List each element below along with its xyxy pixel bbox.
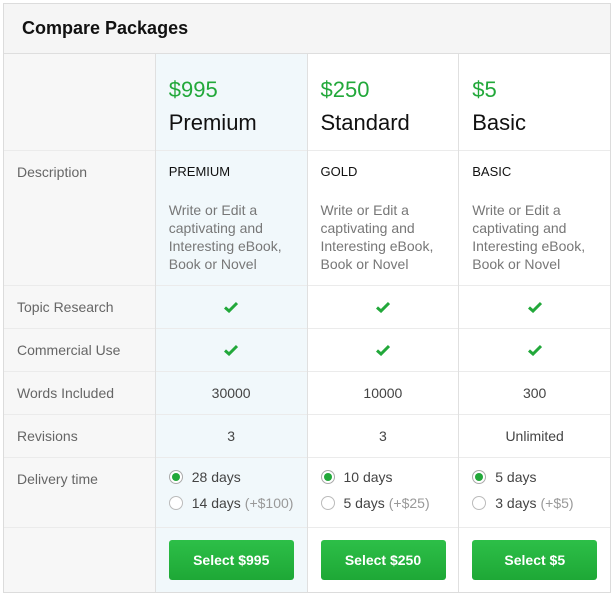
panel-header: Compare Packages xyxy=(4,4,610,54)
delivery-option-label: 10 days xyxy=(343,469,393,485)
description-cell: PREMIUM Write or Edit a captivating and … xyxy=(155,151,307,286)
radio-button[interactable] xyxy=(320,496,335,510)
button-cell: Select $250 xyxy=(308,528,459,592)
package-column-basic: $5 Basic BASIC Write or Edit a captivati… xyxy=(458,54,610,592)
comparison-grid: Description Topic Research Commercial Us… xyxy=(4,54,610,592)
package-name: Basic xyxy=(472,110,527,135)
package-price: $5 xyxy=(472,77,497,102)
revisions-value: 3 xyxy=(378,428,387,444)
package-description: Write or Edit a captivating and Interest… xyxy=(168,202,282,272)
radio-button[interactable] xyxy=(168,470,183,484)
radio-button[interactable] xyxy=(320,470,335,484)
delivery-option[interactable]: 5 days (+$25) xyxy=(320,495,430,511)
button-cell: Select $5 xyxy=(459,528,610,592)
description-cell: GOLD Write or Edit a captivating and Int… xyxy=(307,151,459,286)
words-included-cell: 10000 xyxy=(307,372,459,415)
delivery-option[interactable]: 28 days xyxy=(168,469,245,485)
delivery-option-label: 3 days xyxy=(495,495,537,511)
label-cell: Commercial Use xyxy=(4,329,155,372)
radio-button[interactable] xyxy=(168,496,183,510)
words-included-cell: 300 xyxy=(459,372,610,415)
label-cell: Topic Research xyxy=(4,286,155,329)
package-header: $250 Standard xyxy=(307,54,459,151)
label-cell: Description xyxy=(4,151,155,286)
delivery-time-label: Delivery time xyxy=(17,471,98,487)
delivery-option-label: 5 days xyxy=(343,495,385,511)
delivery-option-label: 14 days xyxy=(191,495,241,511)
revisions-value: 3 xyxy=(227,428,236,444)
check-icon xyxy=(527,344,542,356)
package-price: $250 xyxy=(320,77,370,102)
check-icon xyxy=(224,344,239,356)
commercial-use-cell xyxy=(155,329,307,372)
delivery-option-extra: (+$100) xyxy=(244,495,294,511)
topic-research-cell xyxy=(307,286,459,329)
label-cell: Words Included xyxy=(4,372,155,415)
panel-title: Compare Packages xyxy=(22,18,189,38)
check-icon xyxy=(375,344,390,356)
revisions-value: Unlimited xyxy=(505,428,564,444)
delivery-option[interactable]: 14 days (+$100) xyxy=(168,495,294,511)
delivery-option[interactable]: 5 days xyxy=(472,469,540,485)
words-value: 300 xyxy=(522,385,547,401)
label-cell: Revisions xyxy=(4,415,155,458)
check-icon xyxy=(224,301,239,313)
package-header: $5 Basic xyxy=(459,54,610,151)
words-included-cell: 30000 xyxy=(155,372,307,415)
commercial-use-cell xyxy=(459,329,610,372)
delivery-option-extra: (+$25) xyxy=(388,495,430,511)
package-description: Write or Edit a captivating and Interest… xyxy=(320,202,434,272)
revisions-cell: 3 xyxy=(307,415,459,458)
package-tier: BASIC xyxy=(472,164,512,179)
revisions-cell: 3 xyxy=(155,415,307,458)
topic-research-label: Topic Research xyxy=(17,299,114,315)
commercial-use-cell xyxy=(307,329,459,372)
delivery-option-label: 5 days xyxy=(495,469,537,485)
empty-button-cell xyxy=(4,528,155,592)
button-cell: Select $995 xyxy=(156,528,307,592)
check-icon xyxy=(527,301,542,313)
description-label: Description xyxy=(17,164,88,180)
empty-header-cell xyxy=(4,54,155,151)
package-description: Write or Edit a captivating and Interest… xyxy=(472,202,586,272)
select-package-button[interactable]: Select $250 xyxy=(320,540,446,580)
package-name: Premium xyxy=(168,110,257,135)
description-cell: BASIC Write or Edit a captivating and In… xyxy=(459,151,610,286)
topic-research-cell xyxy=(459,286,610,329)
package-tier: PREMIUM xyxy=(168,164,231,179)
package-header: $995 Premium xyxy=(155,54,307,151)
package-name: Standard xyxy=(320,110,410,135)
label-cell: Delivery time xyxy=(4,458,155,528)
words-value: 10000 xyxy=(363,385,403,401)
delivery-option[interactable]: 3 days (+$5) xyxy=(472,495,574,511)
delivery-time-cell: 5 days 3 days (+$5) xyxy=(459,458,610,528)
select-package-button[interactable]: Select $995 xyxy=(168,540,294,580)
select-package-button[interactable]: Select $5 xyxy=(472,540,598,580)
words-included-label: Words Included xyxy=(17,385,115,401)
commercial-use-label: Commercial Use xyxy=(17,342,121,358)
package-tier: GOLD xyxy=(320,164,358,179)
revisions-label: Revisions xyxy=(17,428,78,444)
check-icon xyxy=(375,301,390,313)
delivery-option-extra: (+$5) xyxy=(540,495,574,511)
compare-packages-panel: Compare Packages Description Topic Resea… xyxy=(3,3,611,593)
row-labels-column: Description Topic Research Commercial Us… xyxy=(4,54,155,592)
package-column-standard: $250 Standard GOLD Write or Edit a capti… xyxy=(306,54,459,592)
words-value: 30000 xyxy=(211,385,251,401)
topic-research-cell xyxy=(155,286,307,329)
delivery-option-label: 28 days xyxy=(191,469,241,485)
package-price: $995 xyxy=(168,77,218,102)
radio-button[interactable] xyxy=(472,496,487,510)
delivery-option[interactable]: 10 days xyxy=(320,469,397,485)
delivery-time-cell: 10 days 5 days (+$25) xyxy=(307,458,459,528)
delivery-time-cell: 28 days 14 days (+$100) xyxy=(155,458,307,528)
revisions-cell: Unlimited xyxy=(459,415,610,458)
radio-button[interactable] xyxy=(472,470,487,484)
package-column-premium: $995 Premium PREMIUM Write or Edit a cap… xyxy=(154,54,307,592)
